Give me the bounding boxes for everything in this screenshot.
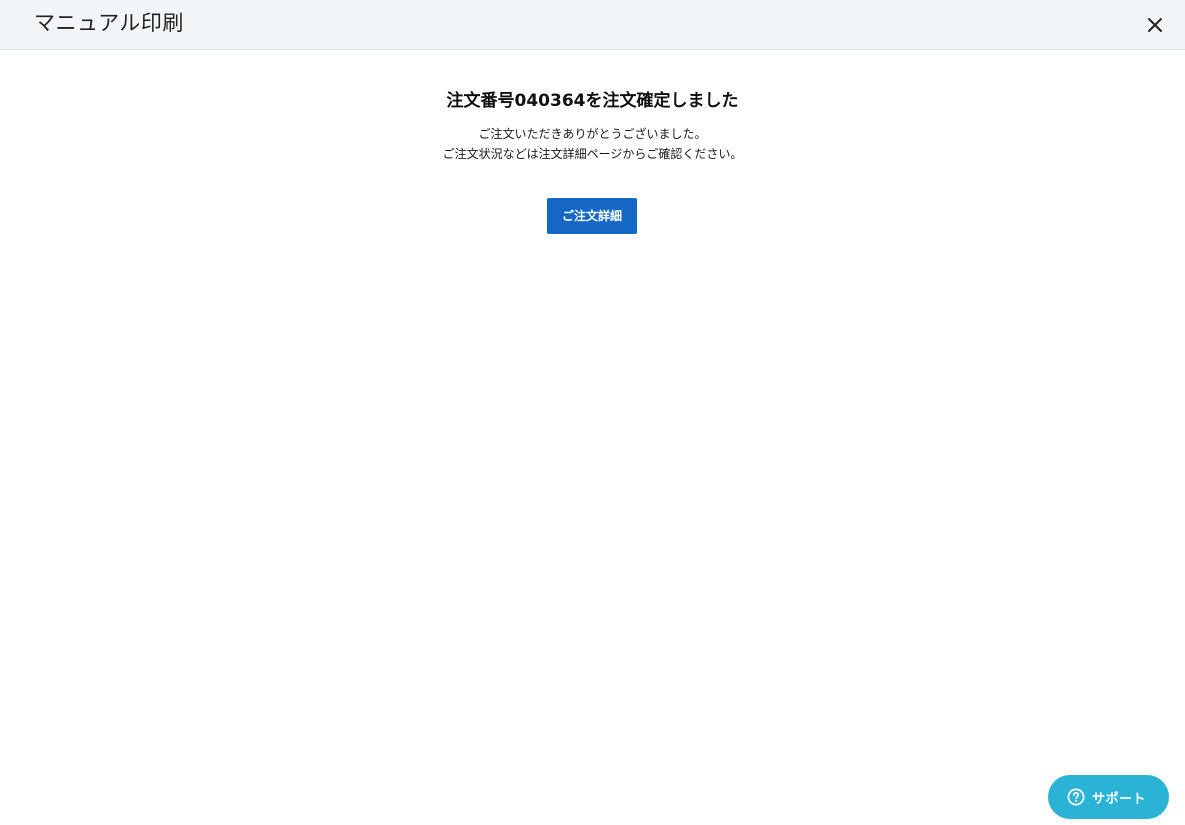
confirmation-title: 注文番号040364を注文確定しました [446, 91, 739, 111]
modal-title: マニュアル印刷 [34, 11, 184, 35]
close-icon [1148, 18, 1162, 32]
modal-header: マニュアル印刷 [0, 0, 1185, 50]
support-label: サポート [1091, 791, 1146, 807]
question-circle-icon [1067, 788, 1085, 806]
message-line-2: ご注文状況などは注文詳細ページからご確認ください。 [442, 147, 743, 161]
order-detail-button[interactable]: ご注文詳細 [547, 198, 637, 234]
close-button[interactable] [1142, 12, 1168, 38]
confirmation-message: ご注文いただきありがとうございました。 ご注文状況などは注文詳細ページからご確認… [0, 124, 1185, 164]
support-button[interactable]: サポート [1048, 775, 1169, 819]
message-line-1: ご注文いただきありがとうございました。 [478, 127, 707, 141]
